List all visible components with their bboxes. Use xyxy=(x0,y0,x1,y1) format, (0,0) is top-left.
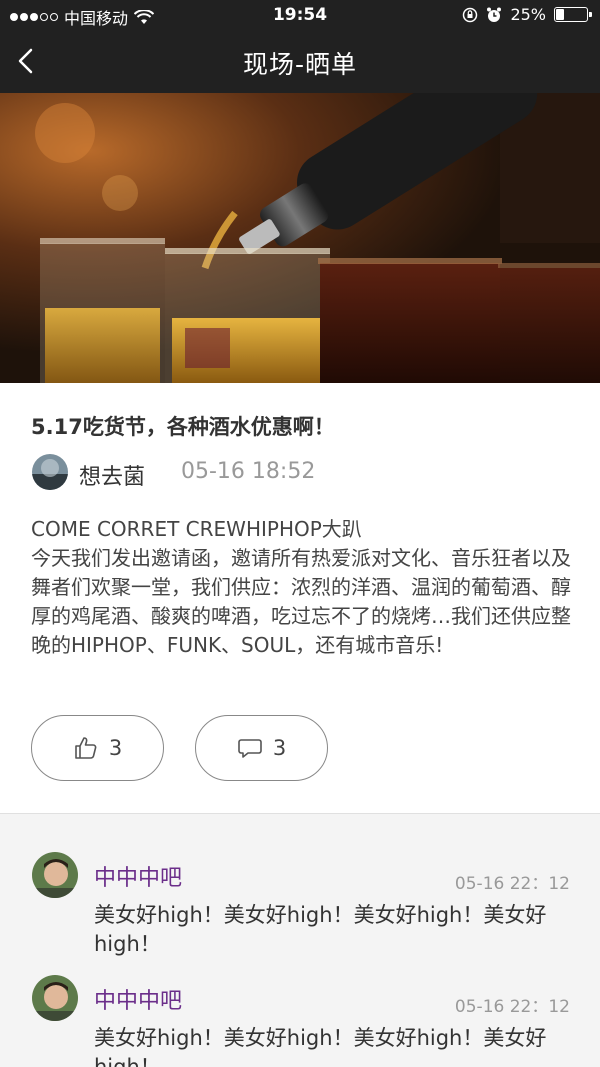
commenter-avatar[interactable] xyxy=(32,852,78,898)
post-body-text: COME CORRET CREWHIPHOP大趴 今天我们发出邀请函，邀请所有热… xyxy=(31,517,571,657)
like-button[interactable]: 3 xyxy=(31,715,164,781)
post-card: 5.17吃货节，各种酒水优惠啊！ 想去菌 05-16 18:52 COME CO… xyxy=(0,383,600,813)
commenter-name[interactable]: 中中中吧 xyxy=(94,983,182,1015)
status-right: 25% xyxy=(462,5,592,24)
battery-level xyxy=(556,9,564,20)
avatar-image xyxy=(32,975,78,1021)
comment-timestamp: 05-16 22：12 xyxy=(454,874,570,894)
liquor-pouring-image xyxy=(0,93,600,383)
post-cover-image[interactable] xyxy=(0,93,600,383)
commenter-name[interactable]: 中中中吧 xyxy=(94,860,182,892)
comment-count: 3 xyxy=(272,736,287,760)
comment-button[interactable]: 3 xyxy=(195,715,328,781)
post-title: 5.17吃货节，各种酒水优惠啊！ xyxy=(31,415,335,439)
author-name[interactable]: 想去菌 xyxy=(79,459,145,491)
author-avatar[interactable] xyxy=(32,454,68,490)
commenter-avatar[interactable] xyxy=(32,975,78,1021)
comment-bubble-icon xyxy=(238,739,262,758)
comment-item: 中中中吧 05-16 22：12 美女好high！美女好high！美女好high… xyxy=(0,814,600,956)
comment-list: 中中中吧 05-16 22：12 美女好high！美女好high！美女好high… xyxy=(0,814,600,1067)
post-timestamp: 05-16 18:52 xyxy=(181,459,316,484)
post-body: COME CORRET CREWHIPHOP大趴 今天我们发出邀请函，邀请所有热… xyxy=(31,515,571,660)
comment-timestamp: 05-16 22：12 xyxy=(454,997,570,1017)
comment-item: 中中中吧 05-16 22：12 美女好high！美女好high！美女好high… xyxy=(0,937,600,1067)
nav-bar: 现场-晒单 xyxy=(0,30,600,93)
avatar-image xyxy=(32,454,68,490)
status-bar: 中国移动 19:54 25% xyxy=(0,0,600,30)
alarm-icon xyxy=(487,7,502,22)
battery-percent: 25% xyxy=(510,5,546,24)
battery-icon xyxy=(554,7,592,22)
page-title: 现场-晒单 xyxy=(242,50,358,79)
rotation-lock-icon xyxy=(463,7,478,22)
comment-text: 美女好high！美女好high！美女好high！美女好high！ xyxy=(94,1026,547,1067)
thumbs-up-icon xyxy=(75,737,97,759)
like-count: 3 xyxy=(108,736,123,760)
avatar-image xyxy=(32,852,78,898)
